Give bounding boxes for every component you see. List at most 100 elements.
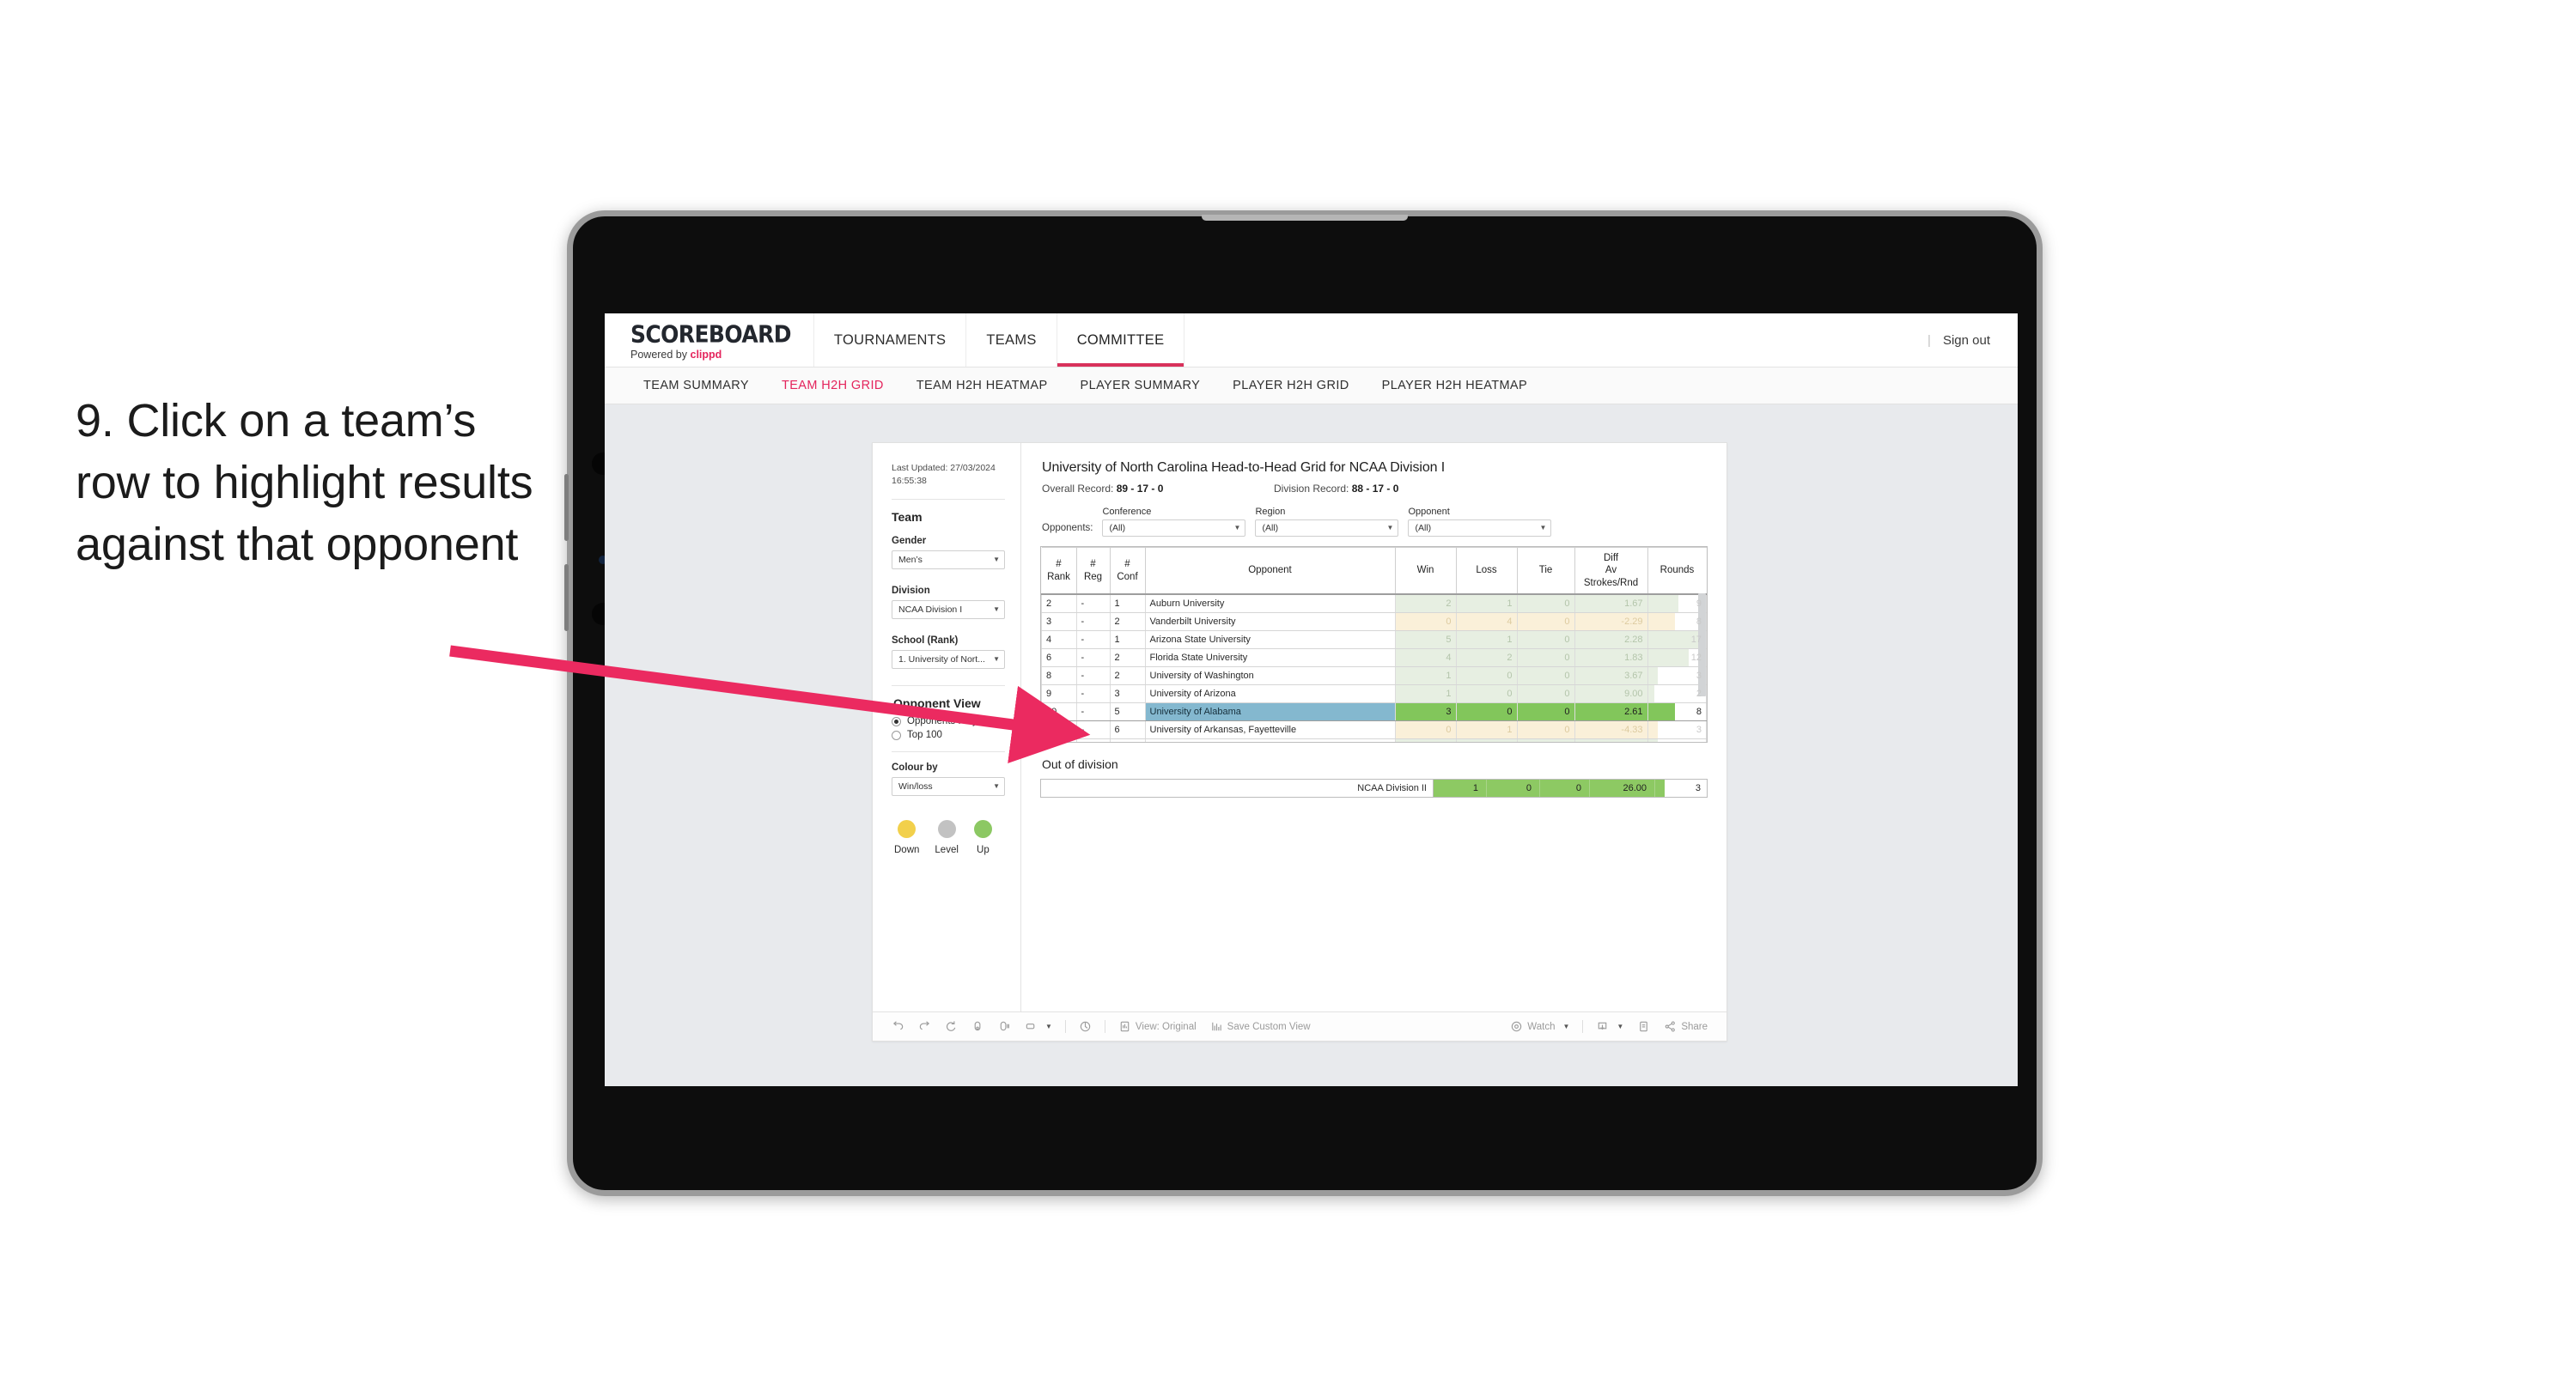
sidebar-divider-3 (892, 751, 1005, 753)
cell-reg: - (1075, 612, 1111, 632)
instruction-callout: 9. Click on a team’s row to highlight re… (76, 395, 533, 570)
table-row[interactable]: 10-5 University of Alabama 3 0 0 2.61 8 (1041, 702, 1707, 722)
pause-button[interactable] (991, 1020, 1018, 1033)
highlight-button[interactable]: ▼ (1018, 1020, 1059, 1033)
resize-button[interactable] (1072, 1020, 1099, 1033)
region-filter-select[interactable]: (All) ▼ (1255, 519, 1399, 537)
opponent-filter-select[interactable]: (All) ▼ (1408, 519, 1552, 537)
gender-value: Men’s (898, 555, 923, 566)
chevron-down-icon: ▼ (1539, 524, 1547, 532)
download-button[interactable]: ▼ (1589, 1020, 1630, 1033)
radio-top-100[interactable]: Top 100 (892, 730, 1005, 740)
out-of-division-name: NCAA Division II (1041, 780, 1434, 797)
fullscreen-button[interactable] (1630, 1020, 1657, 1033)
tab-player-summary[interactable]: PLAYER SUMMARY (1064, 379, 1217, 392)
tab-team-h2h-heatmap[interactable]: TEAM H2H HEATMAP (900, 379, 1064, 392)
opponents-filter-label: Opponents: (1042, 523, 1093, 533)
colour-by-select[interactable]: Win/loss ▼ (892, 777, 1005, 797)
cell-rounds: 3 (1647, 738, 1707, 742)
table-row[interactable]: 9-3 University of Arizona 1 0 0 9.00 2 (1041, 684, 1707, 704)
cell-reg: - (1075, 594, 1111, 614)
school-select[interactable]: 1. University of Nort... ▼ (892, 650, 1005, 670)
table-head: # Rank # Reg # Conf Opponent Win Loss Tie D… (1041, 547, 1707, 596)
save-custom-view-button[interactable]: Save Custom View (1203, 1020, 1318, 1033)
sidebar-divider-2 (892, 685, 1005, 687)
tablet-top-notch (1202, 215, 1408, 221)
cell-conf: 1 (1109, 594, 1146, 614)
cell-tie: 0 (1516, 666, 1575, 686)
cell-tie: 0 (1516, 630, 1575, 650)
table-row[interactable]: 3-2 Vanderbilt University 0 4 0 -2.29 8 (1041, 612, 1707, 632)
share-button[interactable]: Share (1657, 1020, 1714, 1033)
out-of-division-diff: 26.00 (1590, 780, 1655, 797)
chevron-down-icon: ▼ (993, 655, 1000, 664)
logo-wordmark: SCOREBOARD (630, 319, 792, 348)
cell-rank: 2 (1041, 594, 1077, 614)
division-record: Division Record: 88 - 17 - 0 (1274, 483, 1398, 495)
gender-select[interactable]: Men’s ▼ (892, 550, 1005, 570)
app-logo[interactable]: SCOREBOARD Powered by clippd (605, 313, 814, 367)
table-row[interactable]: 8-2 University of Washington 1 0 0 3.67 3 (1041, 666, 1707, 686)
legend-dot-up (973, 820, 992, 839)
out-of-division-table[interactable]: NCAA Division II 1 0 0 26.00 3 (1040, 779, 1708, 798)
cell-win: 2 (1394, 594, 1457, 614)
tab-player-h2h-heatmap[interactable]: PLAYER H2H HEATMAP (1366, 379, 1544, 392)
colour-by-value: Win/loss (898, 781, 933, 793)
view-original-button[interactable]: View: Original (1111, 1020, 1203, 1033)
col-win[interactable]: Win (1394, 547, 1457, 596)
col-tie[interactable]: Tie (1516, 547, 1575, 596)
sidebar-divider-1 (892, 499, 1005, 501)
col-loss[interactable]: Loss (1455, 547, 1518, 596)
refresh-button[interactable] (965, 1020, 991, 1033)
col-reg[interactable]: # Reg (1075, 547, 1111, 596)
col-rank[interactable]: # Rank (1041, 547, 1077, 596)
rounds-bar (1647, 595, 1679, 612)
cell-reg: - (1075, 666, 1111, 686)
rounds-value: 8 (1696, 706, 1702, 717)
nav-committee[interactable]: COMMITTEE (1057, 313, 1185, 367)
chevron-down-icon: ▼ (993, 556, 1000, 564)
nav-teams[interactable]: TEAMS (966, 313, 1057, 367)
col-rounds[interactable]: Rounds (1647, 547, 1707, 596)
redo-button[interactable] (911, 1020, 938, 1033)
cell-opponent: Arizona State University (1144, 630, 1396, 650)
tab-player-h2h-grid[interactable]: PLAYER H2H GRID (1216, 379, 1365, 392)
division-select[interactable]: NCAA Division I ▼ (892, 600, 1005, 620)
cell-loss: 1 (1455, 720, 1518, 740)
cell-diff: 2.28 (1574, 630, 1648, 650)
tab-team-summary[interactable]: TEAM SUMMARY (627, 379, 765, 392)
cell-diff: -4.33 (1574, 720, 1648, 740)
radio-opponents-played[interactable]: Opponents Played (892, 716, 1005, 726)
table-row[interactable]: 11-6 University of Arkansas, Fayetteville… (1041, 720, 1707, 740)
undo-button[interactable] (885, 1020, 911, 1033)
cell-opponent: Florida State University (1144, 648, 1396, 668)
col-opponent[interactable]: Opponent (1144, 547, 1396, 596)
col-conf[interactable]: # Conf (1109, 547, 1146, 596)
col-diff-label: Diff Av Strokes/Rnd (1583, 553, 1639, 588)
cell-tie: 0 (1516, 702, 1575, 722)
cell-tie: 0 (1516, 612, 1575, 632)
table-row[interactable]: 12-3University of Virginia1002.333 (1041, 738, 1707, 742)
col-diff[interactable]: Diff Av Strokes/Rnd (1574, 547, 1648, 596)
cell-conf: 5 (1109, 702, 1146, 722)
colour-by-label: Colour by (892, 762, 938, 774)
logo-powered-text: Powered by (630, 348, 688, 361)
nav-tournaments[interactable]: TOURNAMENTS (814, 313, 967, 367)
table-row[interactable]: 4-1 Arizona State University 5 1 0 2.28 17 (1041, 630, 1707, 650)
revert-button[interactable] (938, 1020, 965, 1033)
cell-diff: 1.67 (1574, 594, 1648, 614)
h2h-grid-table-container[interactable]: # Rank # Reg # Conf Opponent Win Loss Tie D… (1040, 546, 1708, 743)
table-vertical-scrollbar[interactable] (1698, 593, 1706, 696)
sign-out-link[interactable]: Sign out (1943, 333, 1990, 348)
top-navigation-bar: SCOREBOARD Powered by clippd TOURNAMENTS… (605, 313, 2018, 368)
tab-team-h2h-grid[interactable]: TEAM H2H GRID (765, 379, 900, 392)
table-row[interactable]: 2-1 Auburn University 2 1 0 1.67 9 (1041, 594, 1707, 614)
radio-selected-icon (892, 716, 901, 726)
table-row[interactable]: 6-2 Florida State University 4 2 0 1.83 12 (1041, 648, 1707, 668)
sign-out-area[interactable]: | Sign out (1900, 313, 2018, 367)
conference-filter-select[interactable]: (All) ▼ (1102, 519, 1246, 537)
cell-reg: - (1075, 720, 1111, 740)
watch-button[interactable]: Watch ▼ (1503, 1020, 1576, 1033)
conference-filter-label: Conference (1102, 507, 1152, 517)
opponent-view-heading: Opponent View (893, 696, 981, 711)
